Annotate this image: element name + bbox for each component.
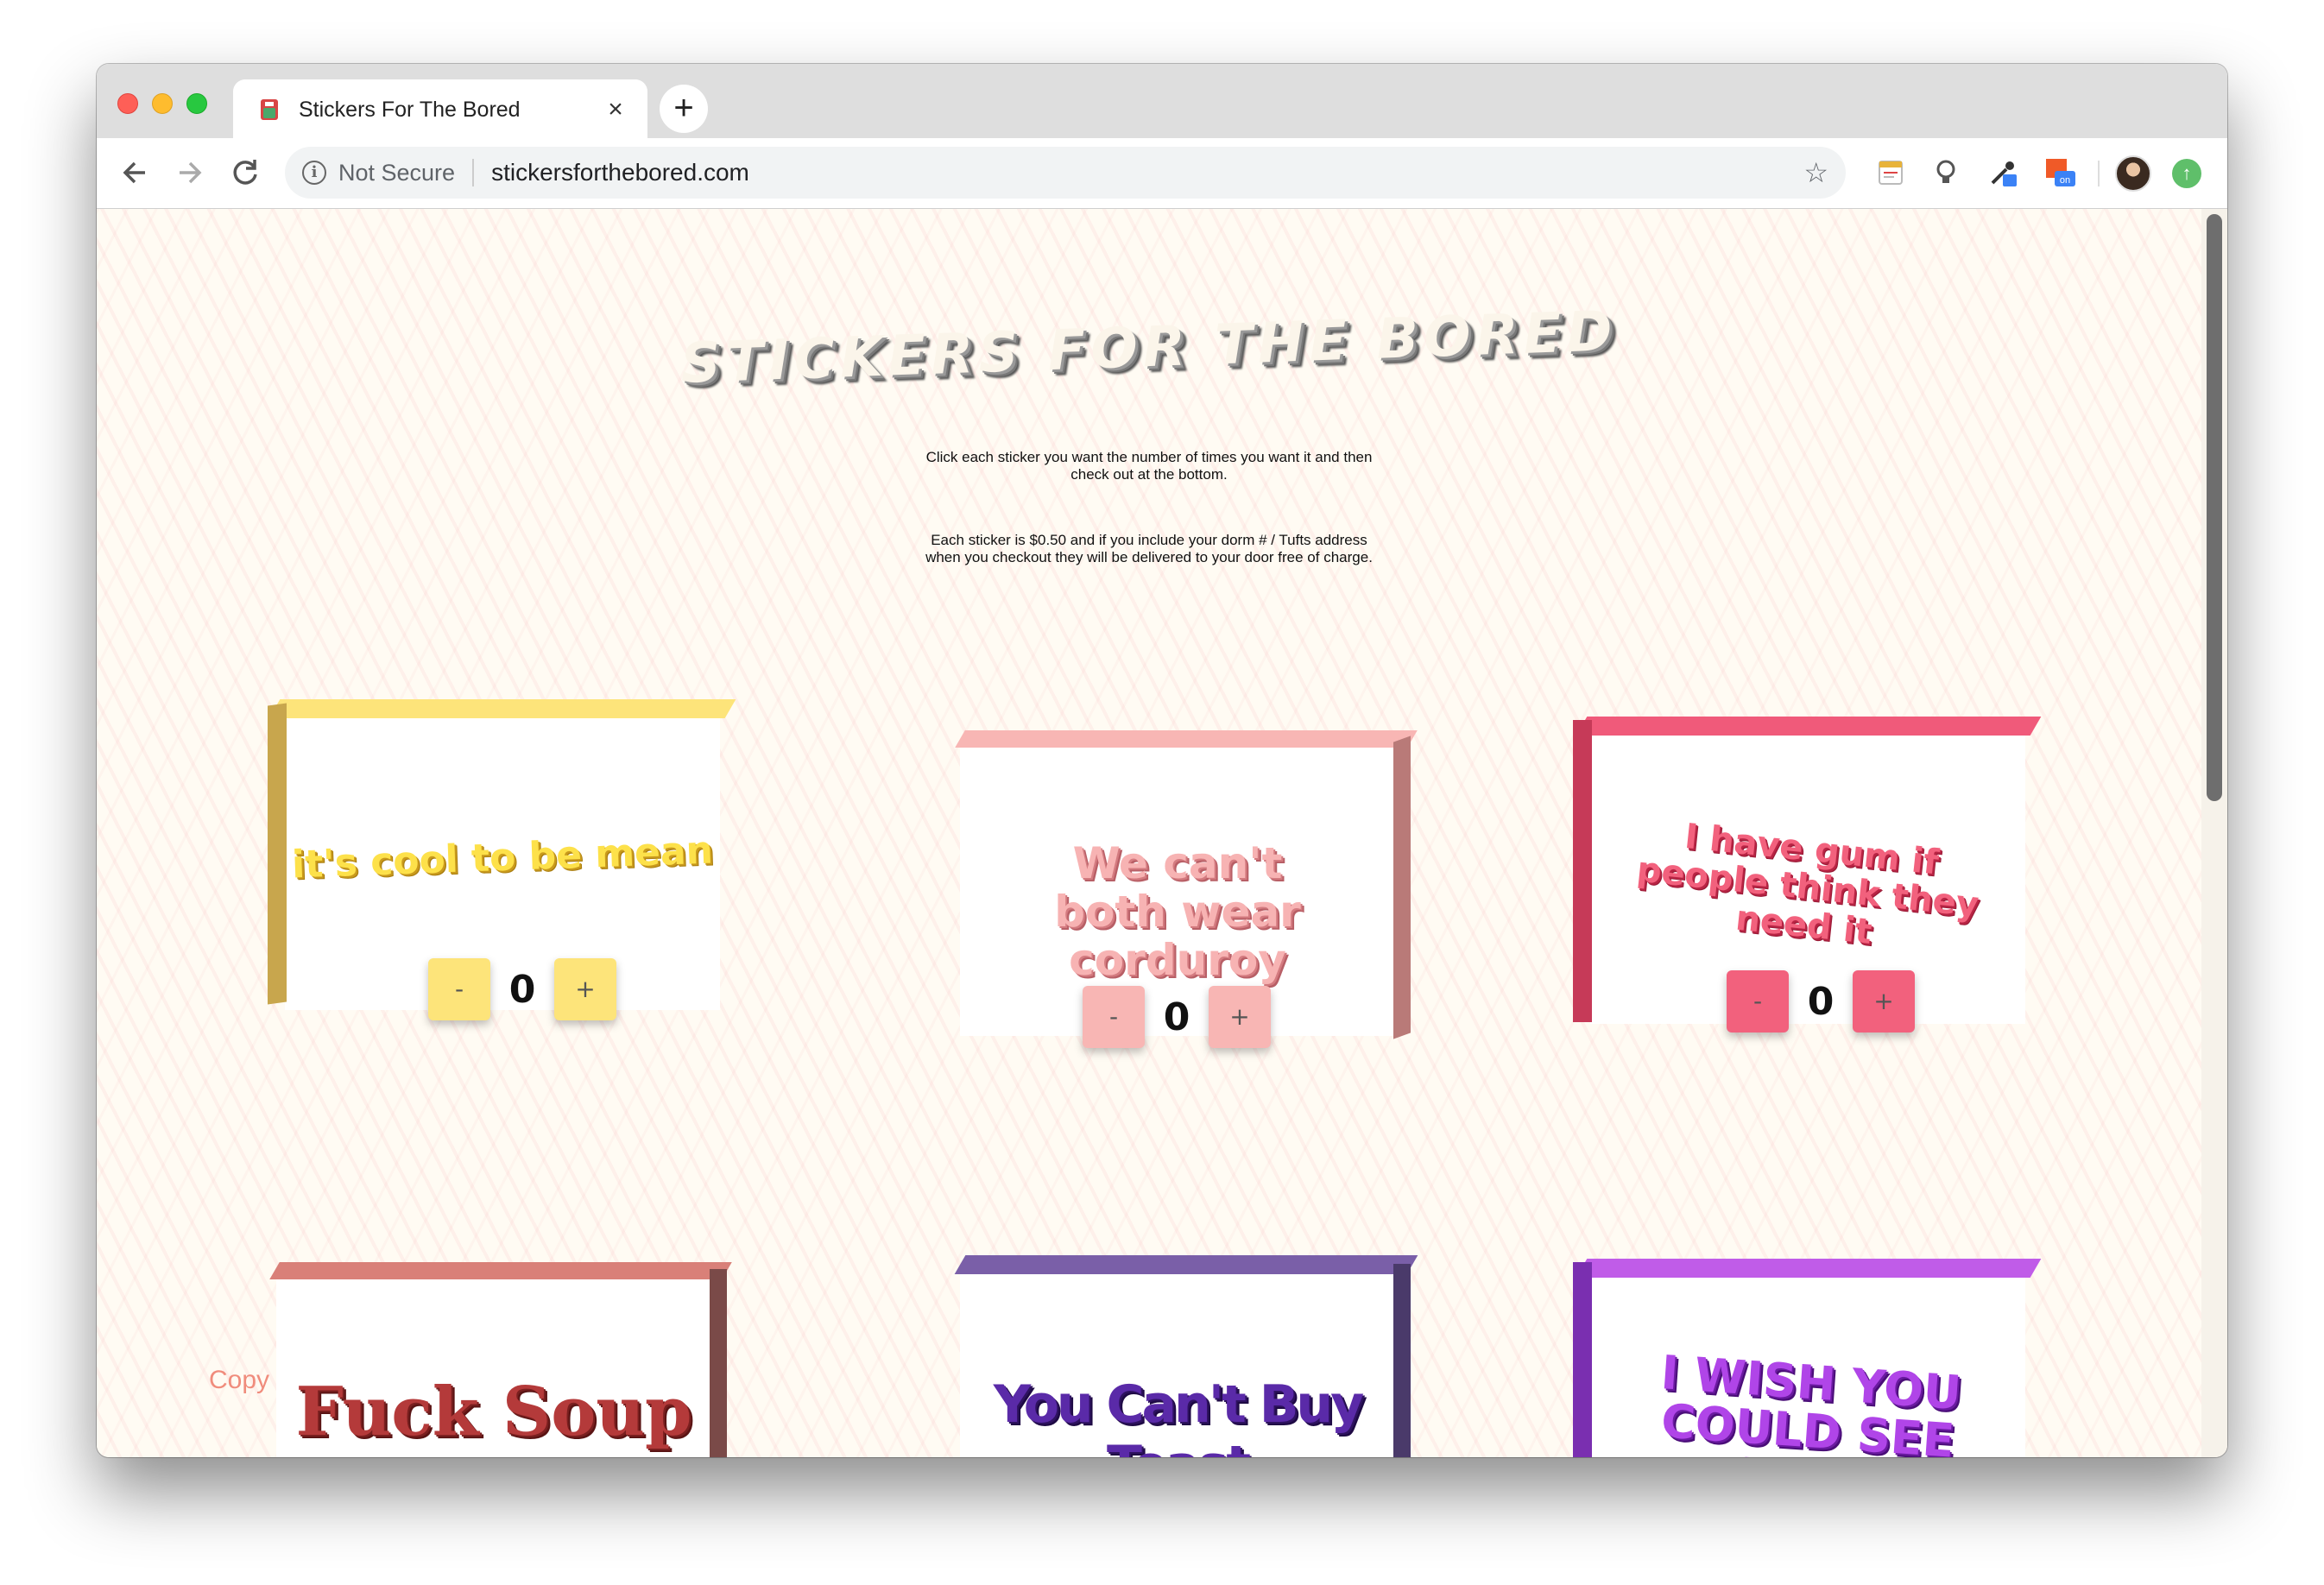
- bookmark-star-icon[interactable]: ☆: [1803, 156, 1828, 189]
- card-right-edge: [1393, 736, 1411, 1039]
- sticker-text: it's cool to be mean: [291, 828, 714, 887]
- quantity-stepper: - 0 +: [1727, 970, 1915, 1032]
- card-left-edge: [1573, 720, 1592, 1022]
- scrollbar-thumb[interactable]: [2207, 214, 2222, 801]
- browser-tab[interactable]: Stickers For The Bored ×: [233, 79, 647, 140]
- svg-text:on: on: [2060, 175, 2070, 186]
- sticker-card-gum[interactable]: I have gum if people think they need it …: [1573, 717, 2042, 1032]
- decrement-button[interactable]: -: [1083, 986, 1145, 1048]
- quantity-stepper: - 0 +: [1083, 986, 1271, 1048]
- toggle-extension-icon[interactable]: on: [2044, 157, 2075, 188]
- card-top-edge: [1576, 1259, 2042, 1278]
- increment-button[interactable]: +: [554, 958, 616, 1020]
- maximize-window-button[interactable]: [186, 93, 207, 114]
- info-icon[interactable]: i: [302, 161, 326, 185]
- sticker-card-corduroy[interactable]: We can't both wear corduroy - 0 +: [955, 730, 1418, 1048]
- sticker-card-toast[interactable]: You Can't Buy Toast: [954, 1255, 1418, 1457]
- intro-pricing: Each sticker is $0.50 and if you include…: [97, 532, 2201, 566]
- calendar-extension-icon[interactable]: [1875, 157, 1906, 188]
- tab-close-icon[interactable]: ×: [601, 95, 630, 124]
- not-secure-label[interactable]: Not Secure: [338, 160, 455, 186]
- quantity-value: 0: [1163, 995, 1190, 1039]
- intro-pricing-text: Each sticker is $0.50 and if you include…: [925, 532, 1373, 565]
- card-top-edge: [269, 1262, 732, 1279]
- copyright-text: Copy: [209, 1366, 270, 1394]
- profile-avatar[interactable]: [2115, 155, 2151, 192]
- increment-button[interactable]: +: [1209, 986, 1271, 1048]
- sticker-text: I have gum if people think they need it: [1634, 816, 1981, 952]
- card-top-edge: [954, 1255, 1418, 1274]
- sticker-card-fuck-soup[interactable]: Fuck Soup: [269, 1262, 732, 1457]
- minimize-window-button[interactable]: [152, 93, 173, 114]
- quantity-stepper: - 0 +: [428, 958, 616, 1020]
- sticker-text: I WISH YOU COULD SEE THIS: [1658, 1345, 1963, 1457]
- quantity-value: 0: [1807, 979, 1835, 1024]
- card-right-edge: [710, 1269, 727, 1457]
- back-arrow-icon[interactable]: [114, 152, 155, 193]
- update-arrow-icon[interactable]: ↑: [2172, 159, 2201, 188]
- lightbulb-extension-icon[interactable]: [1930, 157, 1961, 188]
- page-viewport[interactable]: STICKERS FOR THE BORED Click each sticke…: [97, 209, 2227, 1457]
- forward-arrow-icon[interactable]: [169, 152, 211, 193]
- sticker-text: We can't both wear corduroy: [1054, 838, 1301, 985]
- site-favicon-icon: [261, 99, 278, 120]
- sticker-text: You Can't Buy Toast: [993, 1374, 1365, 1457]
- url-text[interactable]: stickersforthebored.com: [491, 159, 1803, 186]
- intro-instructions-text: Click each sticker you want the number o…: [925, 449, 1373, 483]
- card-right-edge: [1393, 1264, 1411, 1457]
- card-left-edge: [268, 703, 287, 1005]
- quantity-value: 0: [508, 967, 536, 1012]
- reload-icon[interactable]: [224, 152, 266, 193]
- browser-window: Stickers For The Bored × + i Not Secure …: [97, 64, 2227, 1457]
- sticker-card-cool-to-be-mean[interactable]: it's cool to be mean - 0 +: [268, 699, 736, 1020]
- new-tab-button[interactable]: +: [660, 85, 708, 133]
- decrement-button[interactable]: -: [428, 958, 490, 1020]
- browser-toolbar: i Not Secure stickersforthebored.com ☆ o…: [97, 138, 2227, 209]
- card-top-edge: [955, 730, 1418, 748]
- close-window-button[interactable]: [117, 93, 138, 114]
- eyedropper-extension-icon[interactable]: [1987, 157, 2018, 188]
- increment-button[interactable]: +: [1853, 970, 1915, 1032]
- page-scrollbar[interactable]: [2201, 209, 2227, 1457]
- sticker-text: Fuck Soup: [295, 1373, 692, 1451]
- sticker-card-wish[interactable]: I WISH YOU COULD SEE THIS: [1573, 1259, 2042, 1457]
- page-title: STICKERS FOR THE BORED: [679, 300, 1619, 396]
- address-separator: [472, 159, 475, 186]
- card-top-edge: [268, 699, 736, 718]
- address-bar[interactable]: i Not Secure stickersforthebored.com ☆: [285, 147, 1846, 199]
- tab-title: Stickers For The Bored: [299, 97, 521, 122]
- card-top-edge: [1576, 717, 2042, 736]
- toolbar-divider: [2098, 161, 2100, 186]
- decrement-button[interactable]: -: [1727, 970, 1789, 1032]
- intro-instructions: Click each sticker you want the number o…: [97, 449, 2201, 483]
- tab-strip: Stickers For The Bored × +: [97, 64, 2227, 140]
